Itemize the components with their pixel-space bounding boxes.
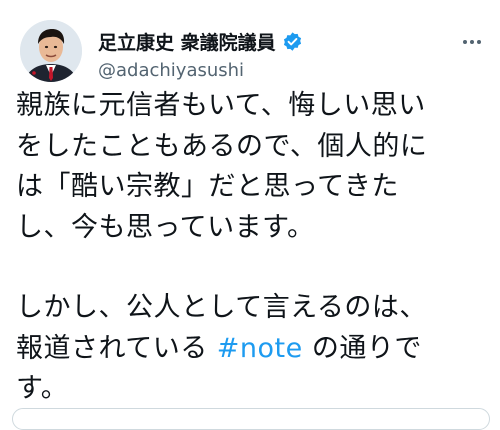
more-dot [463,40,467,44]
author-handle[interactable]: @adachiyasushi [98,60,244,81]
more-dot [470,40,474,44]
more-dot [477,40,481,44]
tweet-line: す。 [16,373,69,404]
tweet-text: 親族に元信者もいて、悔しい思い をしたこともあるので、個人的に は「酷い宗教」だ… [16,86,492,410]
more-options-icon[interactable] [460,30,484,54]
embedded-card[interactable] [12,408,490,430]
tweet-text-segment: 報道されている [16,332,217,364]
tweet-line: し、今も思っています。 [16,211,315,243]
hashtag-link[interactable]: #note [217,333,303,364]
tweet-line: をしたこともあるので、個人的に [16,130,428,162]
tweet-line: は「酷い宗教」だと思ってきた [16,171,399,202]
tweet-line-with-hashtag: 報道されている #note の通りで [16,329,492,370]
tweet: 足立康史 衆議院議員 @adachiyasushi 親族に元信者もいて、悔しい思… [0,0,500,430]
verified-badge-icon [282,31,303,52]
author-name-row[interactable]: 足立康史 衆議院議員 [98,28,303,55]
author-name[interactable]: 足立康史 衆議院議員 [98,28,276,55]
avatar-image [20,20,82,82]
tweet-line: 親族に元信者もいて、悔しい思い [16,90,426,121]
avatar[interactable] [20,20,82,82]
tweet-line: しかし、公人として言えるのは、 [16,292,427,323]
tweet-header: 足立康史 衆議院議員 @adachiyasushi [20,20,488,90]
tweet-text-segment: の通りで [302,332,422,364]
